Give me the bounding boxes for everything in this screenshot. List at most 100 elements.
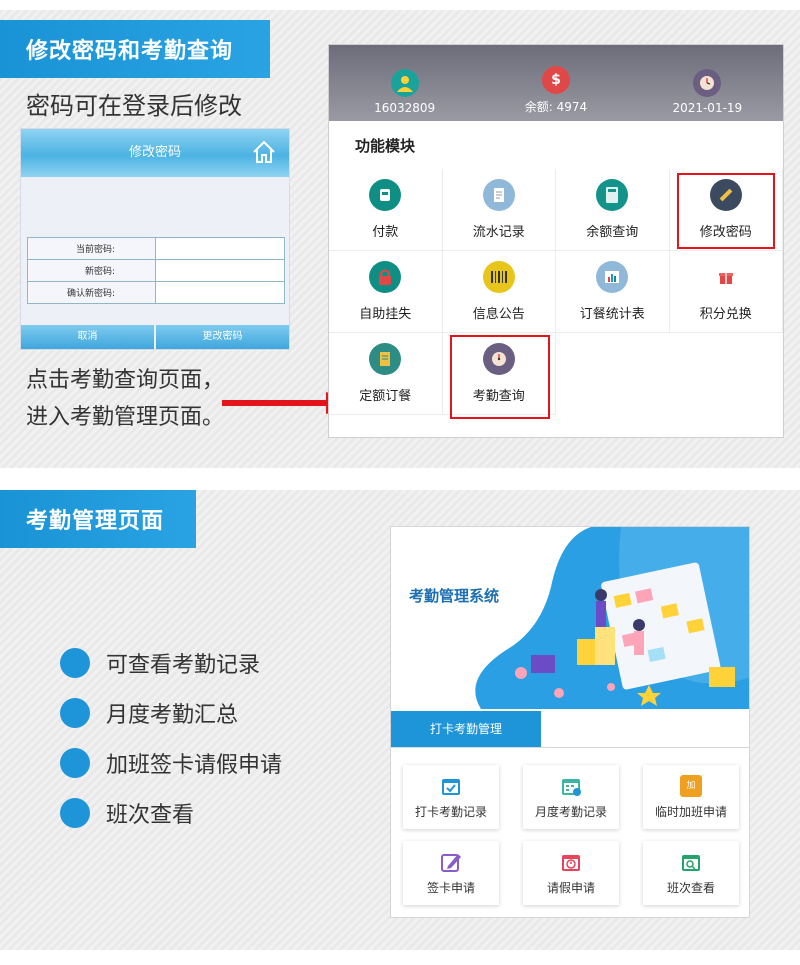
change-password-header: 修改密码 (21, 129, 289, 177)
feature-item: 可查看考勤记录 (60, 638, 282, 688)
user-id: 16032809 (374, 101, 436, 115)
module-label: 订餐统计表 (579, 307, 645, 322)
card-clock-in-records[interactable]: 打卡考勤记录 (403, 765, 499, 829)
module-meal-stats[interactable]: 订餐统计表 (556, 251, 670, 333)
bullet-dot-icon (60, 648, 90, 678)
password-attendance-section: 修改密码和考勤查询 密码可在登录后修改 修改密码 当前密码: 新密码: 确认新密… (0, 10, 800, 468)
section-banner: 考勤管理页面 (0, 490, 196, 548)
module-label: 流水记录 (472, 225, 525, 240)
module-points-exchange[interactable]: 积分兑换 (669, 251, 783, 333)
instruction-note: 点击考勤查询页面， 进入考勤管理页面。 (26, 362, 224, 436)
bullet-dot-icon (60, 748, 90, 778)
feature-text: 月度考勤汇总 (106, 703, 239, 728)
current-password-field[interactable] (155, 237, 285, 260)
feature-text: 可查看考勤记录 (106, 653, 261, 678)
tab-clock-in-management[interactable]: 打卡考勤管理 (391, 711, 541, 747)
phone-function-screen: 16032809 $ 余额: 4974 2021-01-19 功能模块 付款 流… (328, 44, 784, 438)
confirm-password-field[interactable] (155, 281, 285, 304)
module-payment[interactable]: 付款 (329, 169, 443, 251)
calculator-icon (596, 179, 629, 211)
module-label: 付款 (372, 225, 399, 240)
home-icon[interactable] (251, 139, 277, 165)
module-announcements[interactable]: 信息公告 (442, 251, 556, 333)
card-sign-request[interactable]: 签卡申请 (403, 841, 499, 905)
section-banner: 修改密码和考勤查询 (0, 20, 270, 78)
barcode-icon (482, 261, 515, 293)
card-overtime-request[interactable]: 加 临时加班申请 (643, 765, 739, 829)
bullet-dot-icon (60, 698, 90, 728)
feature-item: 班次查看 (60, 788, 282, 838)
user-stat: 16032809 (335, 69, 475, 115)
module-fixed-meal[interactable]: 定额订餐 (329, 333, 443, 415)
date-stat: 2021-01-19 (637, 69, 777, 115)
card-monthly-records[interactable]: 月度考勤记录 (523, 765, 619, 829)
feature-item: 月度考勤汇总 (60, 688, 282, 738)
card-label: 月度考勤记录 (534, 804, 607, 819)
money-bag-icon: $ (541, 66, 570, 94)
feature-text: 加班签卡请假申请 (106, 753, 283, 778)
new-password-label: 新密码: (27, 259, 156, 282)
calendar-grid-icon (562, 778, 581, 796)
module-balance[interactable]: 余额查询 (556, 169, 670, 251)
feature-list: 可查看考勤记录 月度考勤汇总 加班签卡请假申请 班次查看 (60, 638, 282, 838)
overtime-badge: 加 (686, 780, 696, 791)
change-password-title: 修改密码 (128, 145, 181, 160)
card-label: 签卡申请 (426, 880, 475, 895)
module-report-loss[interactable]: 自助挂失 (329, 251, 443, 333)
confirm-password-label: 确认新密码: (27, 281, 156, 304)
module-label: 余额查询 (586, 225, 639, 240)
calendar-plus-icon: 加 (680, 774, 702, 797)
module-label: 积分兑换 (699, 307, 752, 322)
attendance-app-screenshot: 考勤管理系统 打卡考勤管理 打卡考勤记录 月度考勤记录 加 临时加班申请 签卡申… (390, 526, 750, 918)
card-label: 临时加班申请 (654, 804, 727, 819)
edit-icon (441, 853, 461, 872)
calendar-check-icon (442, 778, 460, 795)
date-value: 2021-01-19 (672, 101, 743, 115)
instruction-line-2: 进入考勤管理页面。 (26, 405, 225, 430)
attendance-management-section: 考勤管理页面 可查看考勤记录 月度考勤汇总 加班签卡请假申请 班次查看 考勤管理… (0, 490, 800, 950)
card-label: 班次查看 (666, 880, 715, 895)
balance-stat: $ 余额: 4974 (486, 66, 626, 115)
highlight-change-password (677, 173, 775, 249)
tab-divider (391, 747, 749, 748)
user-icon (390, 69, 419, 97)
new-password-field[interactable] (155, 259, 285, 282)
change-password-screenshot: 修改密码 当前密码: 新密码: 确认新密码: 取消 更改密码 (20, 128, 290, 350)
change-password-button[interactable]: 更改密码 (156, 325, 289, 349)
card-label: 请假申请 (546, 880, 595, 895)
highlight-attendance-query (450, 335, 550, 419)
card-leave-request[interactable]: 请假申请 (523, 841, 619, 905)
notes-icon (482, 179, 515, 211)
module-label: 信息公告 (472, 307, 525, 322)
module-transactions[interactable]: 流水记录 (442, 169, 556, 251)
calendar-illustration-icon (475, 527, 749, 709)
password-buttons: 取消 更改密码 (21, 325, 289, 349)
chart-icon (596, 261, 629, 293)
notebook-icon (369, 343, 402, 375)
app-title: 考勤管理系统 (409, 587, 500, 605)
cancel-button[interactable]: 取消 (21, 325, 154, 349)
calendar-search-icon (682, 854, 700, 871)
current-password-label: 当前密码: (27, 237, 156, 260)
hero-illustration: 考勤管理系统 (391, 527, 749, 709)
form-row-new: 新密码: (27, 259, 285, 282)
card-shift-view[interactable]: 班次查看 (643, 841, 739, 905)
calendar-clock-icon (562, 854, 580, 871)
clock-icon (693, 69, 722, 97)
form-row-confirm: 确认新密码: (27, 281, 285, 304)
payment-icon (369, 179, 402, 211)
feature-text: 班次查看 (106, 803, 195, 828)
card-label: 打卡考勤记录 (414, 804, 487, 819)
account-summary-bar: 16032809 $ 余额: 4974 2021-01-19 (329, 45, 783, 121)
form-row-current: 当前密码: (27, 237, 285, 260)
gift-icon (709, 261, 742, 293)
module-title: 功能模块 (355, 137, 416, 155)
bullet-dot-icon (60, 798, 90, 828)
password-caption: 密码可在登录后修改 (26, 92, 242, 120)
lock-icon (369, 261, 402, 293)
instruction-line-1: 点击考勤查询页面， (26, 368, 225, 393)
module-label: 定额订餐 (359, 389, 412, 404)
password-form: 当前密码: 新密码: 确认新密码: (27, 237, 285, 304)
attendance-card-grid: 打卡考勤记录 月度考勤记录 加 临时加班申请 签卡申请 请假申请 班次查看 (403, 765, 739, 905)
feature-item: 加班签卡请假申请 (60, 738, 282, 788)
